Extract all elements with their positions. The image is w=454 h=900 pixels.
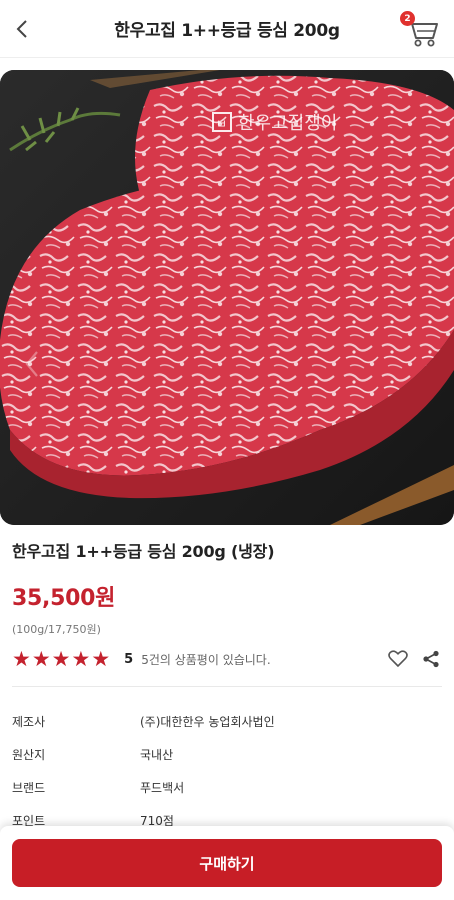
spec-value: (주)대한한우 농업회사법인 <box>140 715 275 729</box>
share-button[interactable] <box>422 650 440 668</box>
spec-value: 푸드백서 <box>140 781 185 795</box>
top-app-bar: 한우고집 1++등급 등심 200g 2 <box>0 0 454 58</box>
heart-icon <box>388 650 408 668</box>
star-icon: ★ <box>71 646 91 671</box>
image-prev-button[interactable] <box>24 350 40 378</box>
share-icon <box>423 650 439 668</box>
star-icon: ★ <box>12 646 31 671</box>
back-button[interactable] <box>6 12 38 46</box>
wishlist-button[interactable] <box>388 650 408 668</box>
product-image: ㅂ 한우고집쟁이 <box>0 70 454 525</box>
star-icon: ★ <box>51 646 71 671</box>
spec-row-origin: 원산지 국내산 <box>12 746 442 779</box>
star-icon: ★ <box>31 646 51 671</box>
unit-price: (100g/17,750원) <box>12 623 101 636</box>
chevron-left-icon <box>25 351 38 377</box>
product-price: 35,500원 <box>12 586 116 611</box>
buy-button[interactable]: 구매하기 <box>12 839 442 887</box>
cart-count-badge: 2 <box>400 11 415 26</box>
spec-label: 원산지 <box>12 748 46 762</box>
chevron-left-icon <box>16 20 27 38</box>
watermark-text: 한우고집쟁이 <box>238 113 337 134</box>
spec-row-manufacturer: 제조사 (주)대한한우 농업회사법인 <box>12 713 442 746</box>
rating-row: ★ ★ ★ ★ ★ 5 5건의 상품평이 있습니다. <box>12 647 442 671</box>
divider <box>12 686 442 687</box>
spec-label: 브랜드 <box>12 781 46 795</box>
rating-stars: ★ ★ ★ ★ ★ <box>12 646 111 671</box>
review-count-link[interactable]: 5건의 상품평이 있습니다. <box>141 651 270 668</box>
product-name: 한우고집 1++등급 등심 200g (냉장) <box>12 542 275 561</box>
page-title: 한우고집 1++등급 등심 200g <box>114 21 340 41</box>
bottom-purchase-bar: 구매하기 <box>0 826 454 900</box>
rating-score: 5 <box>124 651 134 667</box>
star-icon: ★ <box>91 646 111 671</box>
spec-value: 국내산 <box>140 748 174 762</box>
spec-row-brand: 브랜드 푸드백서 <box>12 779 442 812</box>
cart-button[interactable]: 2 <box>400 8 440 50</box>
spec-label: 제조사 <box>12 715 46 729</box>
watermark-mark: ㅂ <box>216 117 227 131</box>
product-info: 한우고집 1++등급 등심 200g (냉장) 35,500원 (100g/17… <box>12 538 442 671</box>
